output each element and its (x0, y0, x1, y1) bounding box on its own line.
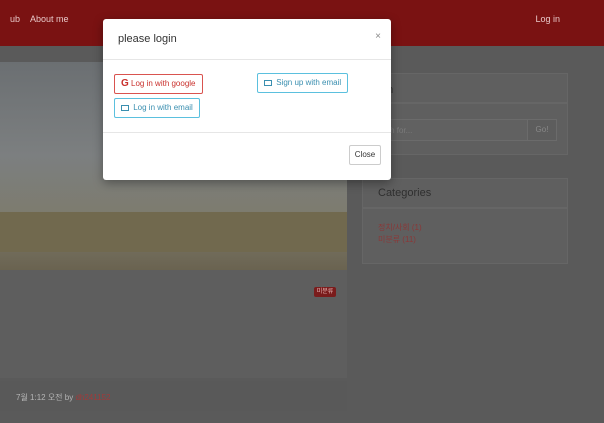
envelope-icon (264, 80, 272, 86)
post-meta: 7월 1:12 오전 by dh241152 (16, 392, 110, 403)
login-email-label: Log in with email (133, 103, 193, 112)
category-badge[interactable]: 미분류 (314, 287, 336, 297)
google-icon: G (121, 78, 129, 89)
signup-email-button[interactable]: Sign up with email (257, 73, 349, 93)
login-google-button[interactable]: G Log in with google (114, 74, 203, 94)
nav-links: ub About me (10, 14, 77, 24)
nav-login-link[interactable]: Log in (535, 14, 560, 24)
category-link-politics[interactable]: 정치/사회 (1) (378, 222, 422, 233)
search-button[interactable]: Go! (527, 119, 557, 141)
modal-header-divider (103, 59, 391, 60)
post-body (0, 270, 347, 378)
post-author-link[interactable]: dh241152 (75, 393, 110, 402)
nav-link-blog[interactable]: ub (10, 14, 20, 24)
search-input[interactable]: arch for... (374, 119, 528, 141)
category-link-uncategorized[interactable]: 미분류 (11) (378, 234, 416, 245)
nav-link-about[interactable]: About me (30, 14, 69, 24)
categories-widget-title: Categories (378, 187, 432, 199)
modal-title: please login (118, 33, 177, 45)
login-google-label: Log in with google (131, 79, 196, 88)
signup-email-label: Sign up with email (276, 78, 342, 87)
envelope-icon (121, 105, 129, 111)
close-icon[interactable]: × (375, 31, 381, 42)
login-modal: please login × G Log in with google Sign… (103, 19, 391, 180)
login-email-button[interactable]: Log in with email (114, 98, 200, 118)
modal-footer-divider (103, 132, 391, 133)
hero-image-band (0, 212, 347, 252)
close-button[interactable]: Close (349, 145, 381, 165)
post-date: 7월 1:12 오전 by (16, 393, 76, 402)
